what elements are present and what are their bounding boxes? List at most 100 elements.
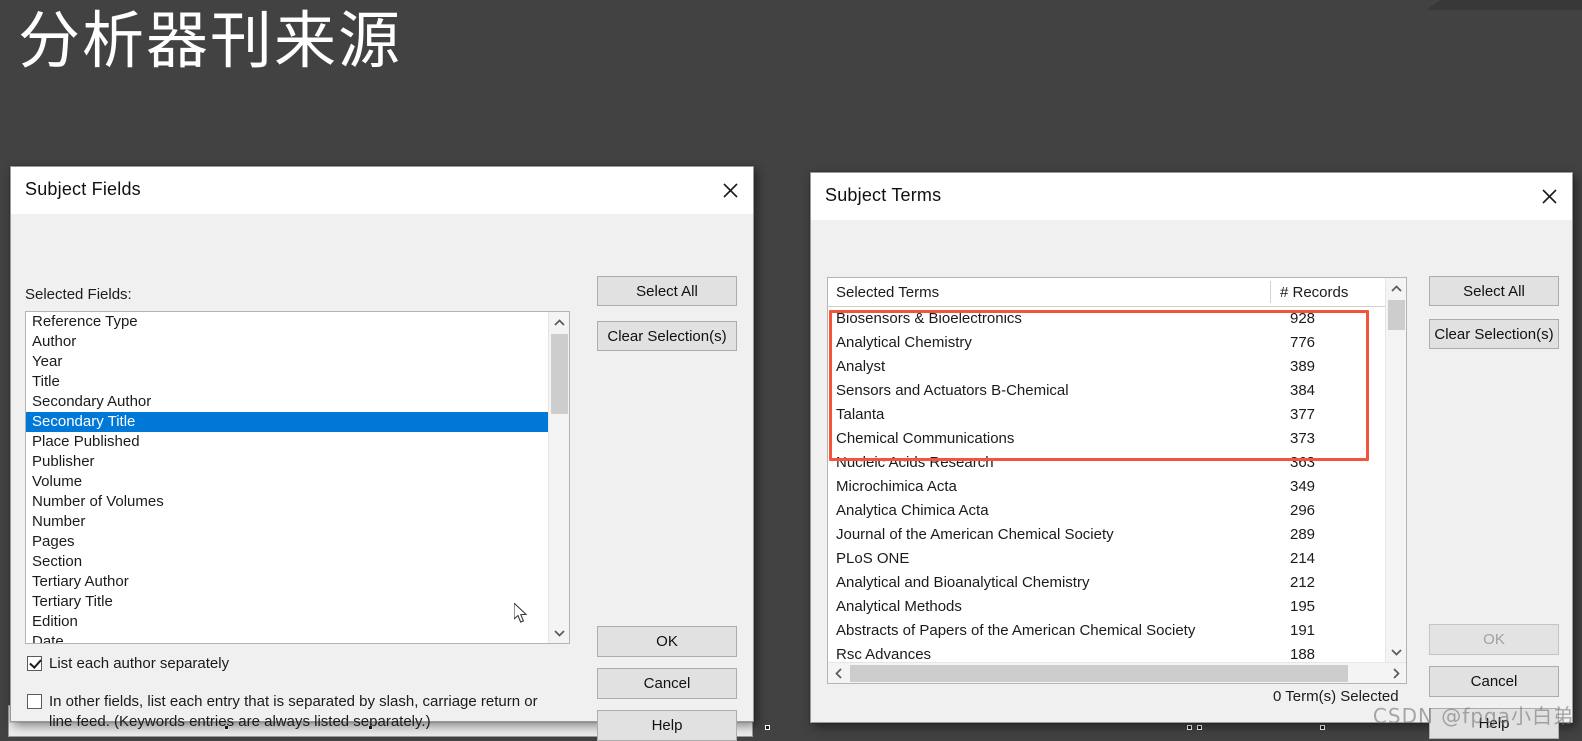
list-item[interactable]: Secondary Title xyxy=(26,412,569,432)
other-fields-checkbox-row[interactable]: In other fields, list each entry that is… xyxy=(27,692,557,732)
other-fields-checkbox[interactable] xyxy=(27,694,42,709)
fields-vertical-scrollbar[interactable] xyxy=(548,312,569,643)
term-record-count: 296 xyxy=(1290,502,1316,519)
select-all-button[interactable]: Select All xyxy=(597,276,737,306)
list-authors-separately-label: List each author separately xyxy=(49,655,230,672)
term-record-count: 384 xyxy=(1290,382,1316,399)
list-item[interactable]: Number xyxy=(26,512,569,532)
scroll-down-icon[interactable] xyxy=(549,622,569,643)
list-authors-separately-checkbox[interactable] xyxy=(27,656,42,671)
ok-button[interactable]: OK xyxy=(597,626,737,657)
list-item[interactable]: Year xyxy=(26,352,569,372)
selection-handle[interactable] xyxy=(1197,725,1202,730)
list-item[interactable]: Date xyxy=(26,632,569,643)
list-item[interactable]: Edition xyxy=(26,612,569,632)
selected-fields-listbox[interactable]: Reference Type Author Year Title Secondary A… xyxy=(25,311,570,644)
list-item[interactable]: Place Published xyxy=(26,432,569,452)
list-item[interactable]: Publisher xyxy=(26,452,569,472)
column-header-selected-terms[interactable]: Selected Terms xyxy=(836,284,939,301)
terms-hscroll-thumb[interactable] xyxy=(850,665,1348,682)
subject-terms-body: Selected Terms # Records Biosensors & Bi… xyxy=(811,220,1572,739)
list-item[interactable]: Number of Volumes xyxy=(26,492,569,512)
table-row[interactable]: Analytical Methods 195 xyxy=(828,595,1385,619)
list-item[interactable]: Tertiary Author xyxy=(26,572,569,592)
list-item[interactable]: Tertiary Title xyxy=(26,592,569,612)
table-row[interactable]: Biosensors & Bioelectronics 928 xyxy=(828,307,1385,331)
scroll-left-icon[interactable] xyxy=(828,663,849,683)
list-item[interactable]: Title xyxy=(26,372,569,392)
term-name: Talanta xyxy=(836,406,885,423)
table-row[interactable]: Analytical Chemistry 776 xyxy=(828,331,1385,355)
selection-handle[interactable] xyxy=(1187,725,1192,730)
term-name: Analytica Chimica Acta xyxy=(836,502,989,519)
scroll-down-icon[interactable] xyxy=(1386,641,1406,662)
list-item[interactable]: Reference Type xyxy=(26,312,569,332)
table-row[interactable]: Microchimica Acta 349 xyxy=(828,475,1385,499)
select-all-button[interactable]: Select All xyxy=(1429,276,1559,306)
table-row[interactable]: Analyst 389 xyxy=(828,355,1385,379)
subject-fields-titlebar: Subject Fields xyxy=(11,167,753,214)
list-item[interactable]: Author xyxy=(26,332,569,352)
term-record-count: 373 xyxy=(1290,430,1316,447)
term-name: Chemical Communications xyxy=(836,430,1015,447)
scroll-right-icon[interactable] xyxy=(1385,663,1406,683)
term-record-count: 212 xyxy=(1290,574,1316,591)
table-row[interactable]: Nucleic Acids Research 363 xyxy=(828,451,1385,475)
page-title: 分析器刊来源 xyxy=(18,4,403,77)
selected-terms-grid[interactable]: Selected Terms # Records Biosensors & Bi… xyxy=(827,277,1407,684)
ok-button: OK xyxy=(1429,624,1559,655)
terms-horizontal-scrollbar[interactable] xyxy=(828,662,1406,683)
term-name: Sensors and Actuators B-Chemical xyxy=(836,382,1069,399)
subject-fields-body: Selected Fields: Reference Type Author Yea… xyxy=(11,214,753,741)
table-row[interactable]: Journal of the American Chemical Society… xyxy=(828,523,1385,547)
term-record-count: 349 xyxy=(1290,478,1316,495)
table-row[interactable]: PLoS ONE 214 xyxy=(828,547,1385,571)
decorative-corner-shape xyxy=(1426,0,1582,10)
column-divider[interactable] xyxy=(1270,281,1271,303)
term-name: Journal of the American Chemical Society xyxy=(836,526,1114,543)
terms-scroll-thumb[interactable] xyxy=(1388,300,1405,330)
term-name: Analytical Chemistry xyxy=(836,334,972,351)
terms-vertical-scrollbar[interactable] xyxy=(1385,278,1406,662)
list-item[interactable]: Volume xyxy=(26,472,569,492)
clear-selections-button[interactable]: Clear Selection(s) xyxy=(1429,319,1559,349)
table-row[interactable]: Sensors and Actuators B-Chemical 384 xyxy=(828,379,1385,403)
term-record-count: 214 xyxy=(1290,550,1316,567)
selection-handle[interactable] xyxy=(1320,725,1325,730)
clear-selections-button[interactable]: Clear Selection(s) xyxy=(597,321,737,351)
close-icon[interactable] xyxy=(1526,173,1572,219)
term-name: Abstracts of Papers of the American Chem… xyxy=(836,622,1196,639)
table-row[interactable]: Talanta 377 xyxy=(828,403,1385,427)
column-header-records[interactable]: # Records xyxy=(1280,284,1348,301)
fields-scroll-thumb[interactable] xyxy=(551,334,568,414)
term-name: Analyst xyxy=(836,358,886,375)
table-row[interactable]: Analytica Chimica Acta 296 xyxy=(828,499,1385,523)
close-icon[interactable] xyxy=(707,167,753,213)
subject-terms-titlebar: Subject Terms xyxy=(811,173,1572,220)
subject-fields-title: Subject Fields xyxy=(25,179,141,199)
subject-terms-title: Subject Terms xyxy=(825,185,942,205)
table-row[interactable]: Abstracts of Papers of the American Chem… xyxy=(828,619,1385,643)
table-row[interactable]: Analytical and Bioanalytical Chemistry 21… xyxy=(828,571,1385,595)
scroll-up-icon[interactable] xyxy=(549,312,569,333)
term-record-count: 389 xyxy=(1290,358,1316,375)
term-record-count: 289 xyxy=(1290,526,1316,543)
help-button[interactable]: Help xyxy=(597,710,737,741)
selection-handle[interactable] xyxy=(765,725,770,730)
table-row[interactable]: Chemical Communications 373 xyxy=(828,427,1385,451)
term-name: Nucleic Acids Research xyxy=(836,454,994,471)
term-name: PLoS ONE xyxy=(836,550,910,567)
list-item[interactable]: Secondary Author xyxy=(26,392,569,412)
list-authors-separately-checkbox-row[interactable]: List each author separately xyxy=(27,654,457,673)
cancel-button[interactable]: Cancel xyxy=(597,668,737,699)
slide-canvas: 分析器刊来源 Subject Fields Selected Fields: R… xyxy=(0,0,1582,741)
term-name: Analytical Methods xyxy=(836,598,962,615)
list-item[interactable]: Section xyxy=(26,552,569,572)
term-record-count: 195 xyxy=(1290,598,1316,615)
list-item[interactable]: Pages xyxy=(26,532,569,552)
term-record-count: 377 xyxy=(1290,406,1316,423)
scroll-up-icon[interactable] xyxy=(1386,278,1406,299)
cancel-button[interactable]: Cancel xyxy=(1429,666,1559,697)
mouse-cursor xyxy=(513,601,530,630)
term-name: Biosensors & Bioelectronics xyxy=(836,310,1022,327)
